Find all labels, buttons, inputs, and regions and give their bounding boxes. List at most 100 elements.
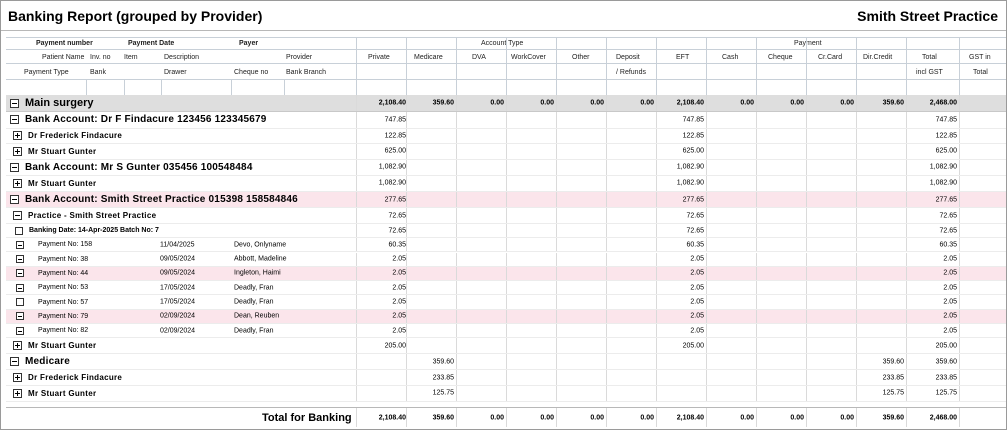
- collapse-toggle-icon[interactable]: [10, 357, 19, 367]
- header-column-line: [959, 37, 960, 96]
- payment-row[interactable]: Payment No: 57 17/05/2024 Deadly, Fran 2.05…: [6, 295, 1006, 310]
- cell-total: 359.60: [935, 358, 957, 366]
- column-line: [406, 176, 407, 191]
- payment-date: 17/05/2024: [160, 298, 196, 306]
- column-line: [606, 370, 607, 385]
- payment-row[interactable]: Payment No: 53 17/05/2024 Deadly, Fran 2.05…: [6, 281, 1006, 296]
- cell-private: 60.35: [388, 241, 406, 249]
- column-line: [356, 386, 357, 401]
- collapse-toggle-icon[interactable]: [10, 115, 19, 125]
- cell-medicare: 233.85: [432, 374, 454, 382]
- collapse-toggle-icon[interactable]: [16, 240, 24, 249]
- total-cheque: 0.00: [790, 414, 804, 421]
- row-label: Mr Stuart Gunter: [28, 388, 97, 398]
- column-line: [806, 338, 807, 353]
- column-line: [756, 309, 757, 323]
- expand-toggle-icon[interactable]: [13, 131, 22, 141]
- column-line: [506, 353, 507, 370]
- cell-private: 2.05: [392, 269, 406, 277]
- column-line: [906, 295, 907, 309]
- column-line: [356, 309, 357, 323]
- column-line: [756, 112, 757, 128]
- column-line: [806, 252, 807, 266]
- column-line: [556, 223, 557, 238]
- payment-row[interactable]: Payment No: 44 09/05/2024 Ingleton, Haimi 2…: [6, 266, 1006, 282]
- expand-toggle-icon[interactable]: [13, 341, 22, 351]
- column-line: [806, 208, 807, 223]
- column-line: [906, 208, 907, 223]
- collapse-toggle-icon[interactable]: [15, 226, 23, 235]
- payment-row[interactable]: Payment No: 158 11/04/2025 Devo, Onlyname 6…: [6, 238, 1006, 253]
- cell-eft: 2,108.40: [676, 99, 704, 107]
- column-line: [706, 386, 707, 401]
- column-line: [456, 144, 457, 159]
- cell-total: 125.75: [935, 389, 957, 397]
- column-line: [756, 338, 757, 353]
- total-row: Total for Banking 2,108.40 359.60 0.00 0.00…: [6, 407, 1006, 427]
- practice-name: Smith Street Practice: [857, 8, 998, 24]
- payment-row[interactable]: Payment No: 82 02/09/2024 Deadly, Fran 2.05…: [6, 324, 1006, 339]
- column-line: [456, 208, 457, 223]
- column-line: [556, 309, 557, 323]
- column-line: [906, 112, 907, 128]
- row-label-group: Banking Date: 14-Apr-2025 Batch No: 7: [15, 224, 159, 237]
- provider-row[interactable]: Mr Stuart Gunter 205.00 205.00 205.00: [6, 338, 1006, 354]
- row-label: Payment No: 79: [38, 312, 89, 320]
- collapse-toggle-icon[interactable]: [16, 298, 24, 307]
- payment-row[interactable]: Payment No: 38 09/05/2024 Abbott, Madeline…: [6, 252, 1006, 267]
- group-row[interactable]: Main surgery 2,108.40 359.60 0.00 0.00 0.00 0.…: [6, 95, 1006, 112]
- column-line: [506, 386, 507, 401]
- cell-private: 2.05: [392, 327, 406, 335]
- provider-row[interactable]: Mr Stuart Gunter 125.75 125.75 125.75: [6, 386, 1006, 402]
- collapse-toggle-icon[interactable]: [10, 195, 19, 205]
- row-label: Banking Date: 14-Apr-2025 Batch No: 7: [29, 227, 159, 235]
- bank-row[interactable]: Bank Account: Mr S Gunter 035456 1005484…: [6, 159, 1006, 177]
- column-line: [556, 112, 557, 128]
- collapse-toggle-icon[interactable]: [16, 255, 24, 264]
- column-line: [906, 191, 907, 208]
- expand-toggle-icon[interactable]: [13, 388, 22, 398]
- expand-toggle-icon[interactable]: [13, 178, 22, 188]
- provider-row[interactable]: Mr Stuart Gunter 1,082.90 1,082.90 1,082.90: [6, 176, 1006, 192]
- cell-deposit: 0.00: [640, 99, 654, 107]
- bank-row[interactable]: Bank Account: Dr F Findacure 123456 1233…: [6, 112, 1006, 129]
- payment-row[interactable]: Payment No: 79 02/09/2024 Dean, Reuben 2.05…: [6, 309, 1006, 324]
- column-line: [806, 176, 807, 191]
- bank-row[interactable]: Bank Account: Smith Street Practice 0153…: [6, 191, 1006, 209]
- column-line: [406, 128, 407, 144]
- expand-toggle-icon[interactable]: [13, 373, 22, 383]
- bank-row[interactable]: Medicare 359.60 359.60 359.60: [6, 353, 1006, 371]
- cell-eft: 277.65: [682, 196, 704, 204]
- provider-row[interactable]: Practice - Smith Street Practice 72.65 72.…: [6, 208, 1006, 224]
- column-line: [456, 309, 457, 323]
- provider-row[interactable]: Mr Stuart Gunter 625.00 625.00 625.00: [6, 144, 1006, 160]
- collapse-toggle-icon[interactable]: [16, 326, 24, 335]
- hdr-gst-in: GST in: [969, 54, 991, 61]
- collapse-toggle-icon[interactable]: [16, 283, 24, 292]
- column-line: [906, 353, 907, 370]
- column-line: [356, 252, 357, 266]
- report-window: Banking Report (grouped by Provider) Smi…: [0, 0, 1007, 430]
- row-label: Main surgery: [25, 97, 94, 109]
- collapse-toggle-icon[interactable]: [16, 312, 24, 321]
- column-line: [456, 386, 457, 401]
- hdr-item: Item: [124, 54, 138, 61]
- row-label-group: Payment No: 38: [16, 253, 88, 266]
- column-line: [856, 252, 857, 266]
- provider-row[interactable]: Dr Frederick Findacure 122.85 122.85 122.85: [6, 128, 1006, 145]
- batch-row[interactable]: Banking Date: 14-Apr-2025 Batch No: 7 72.…: [6, 223, 1006, 239]
- cell-total: 60.35: [939, 241, 957, 249]
- collapse-toggle-icon[interactable]: [16, 269, 24, 278]
- payment-date: 02/09/2024: [160, 327, 196, 335]
- provider-row[interactable]: Dr Frederick Findacure 233.85 233.85 233.85: [6, 370, 1006, 386]
- hdr-cheque: Cheque: [768, 54, 793, 61]
- column-line: [456, 112, 457, 128]
- cell-total: 2.05: [943, 298, 957, 306]
- collapse-toggle-icon[interactable]: [10, 98, 19, 108]
- column-line: [856, 191, 857, 208]
- column-line: [959, 281, 960, 295]
- collapse-toggle-icon[interactable]: [13, 211, 22, 221]
- collapse-toggle-icon[interactable]: [10, 162, 19, 172]
- hdr-dir-credit: Dir.Credit: [863, 54, 893, 61]
- expand-toggle-icon[interactable]: [13, 146, 22, 156]
